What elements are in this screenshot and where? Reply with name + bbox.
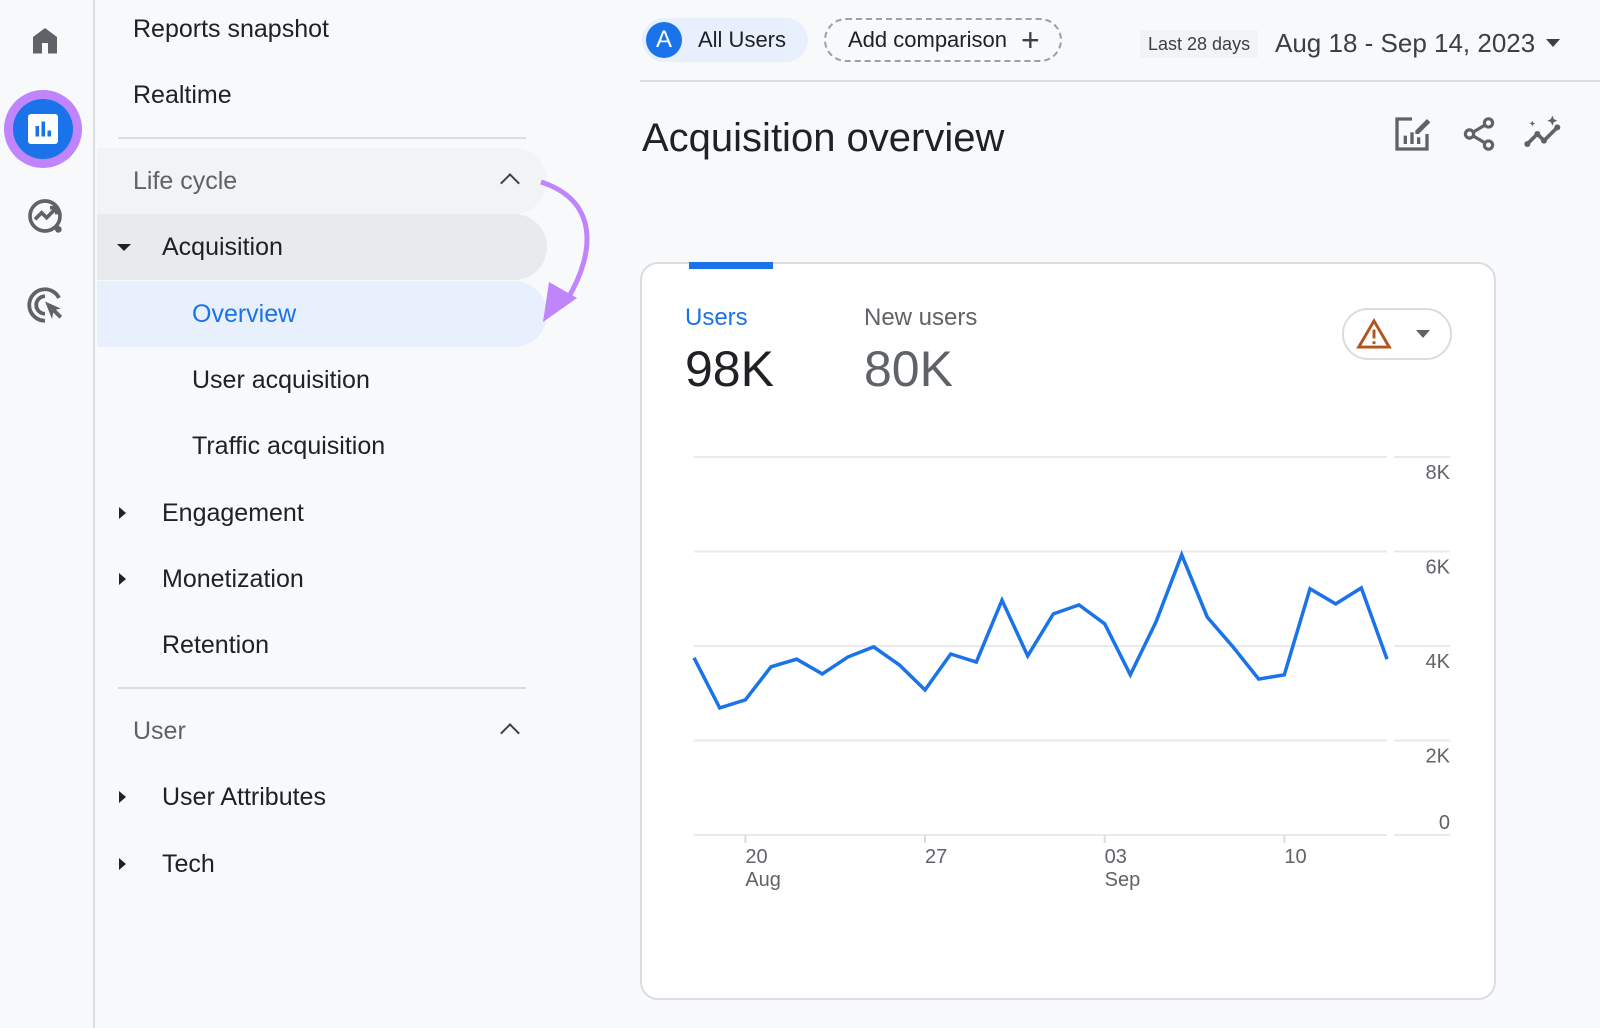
section-label: Life cycle xyxy=(133,166,238,195)
nav-section-user[interactable]: User xyxy=(97,698,547,764)
chevron-down-icon[interactable] xyxy=(1546,39,1560,47)
nav-item-realtime[interactable]: Realtime xyxy=(97,62,547,128)
add-comparison-label: Add comparison xyxy=(848,27,1007,52)
nav-item-label: Retention xyxy=(162,630,270,659)
x-tick-day: 03 xyxy=(1105,846,1127,868)
icon-rail xyxy=(0,0,95,1028)
annotation-arrow xyxy=(540,179,590,322)
overview-card: Users 98K New users 80K 0 2K 4K 6K 8K 20 Aug 27… xyxy=(640,262,1496,1000)
insights-button[interactable] xyxy=(1522,114,1566,159)
nav-item-label: Tech xyxy=(162,849,215,878)
home-icon xyxy=(33,28,57,54)
segment-chip-all-users[interactable]: A All Users xyxy=(642,18,808,62)
x-tick-month: Sep xyxy=(1105,869,1141,891)
nav-item-label: Overview xyxy=(192,299,297,328)
y-tick-label: 4K xyxy=(1426,651,1451,673)
advertising-icon xyxy=(27,287,63,323)
y-tick-label: 0 xyxy=(1439,812,1450,834)
date-range-badge: Last 28 days xyxy=(1140,30,1259,58)
x-tick-day: 10 xyxy=(1284,846,1306,868)
nav-item-label: Reports snapshot xyxy=(133,14,329,43)
customize-report-button[interactable] xyxy=(1392,114,1432,159)
insights-icon xyxy=(1524,115,1561,147)
nav-item-engagement[interactable]: Engagement xyxy=(97,480,547,546)
segment-avatar: A xyxy=(646,22,682,58)
nav-item-reports-snapshot[interactable]: Reports snapshot xyxy=(97,0,547,62)
date-range-picker[interactable]: Aug 18 - Sep 14, 2023 xyxy=(1275,28,1535,59)
nav-divider xyxy=(118,687,526,689)
explore-button[interactable] xyxy=(25,196,65,236)
nav-divider xyxy=(118,137,526,139)
reports-button[interactable] xyxy=(13,99,73,159)
advertising-button[interactable] xyxy=(24,284,66,326)
caret-right-icon xyxy=(119,858,126,870)
nav-item-label: User Attributes xyxy=(162,782,326,811)
series-line-users xyxy=(692,550,1389,711)
caret-down-icon xyxy=(117,244,131,251)
share-icon xyxy=(1463,117,1495,151)
nav-item-user-acquisition[interactable]: User acquisition xyxy=(97,347,547,413)
nav-item-user-attributes[interactable]: User Attributes xyxy=(97,764,547,830)
nav-section-lifecycle[interactable]: Life cycle xyxy=(97,148,547,214)
top-bar: A All Users Add comparison + Last 28 day… xyxy=(640,0,1600,82)
reports-navigation: Reports snapshot Realtime Life cycle Acq… xyxy=(97,0,590,1028)
nav-item-traffic-acquisition[interactable]: Traffic acquisition xyxy=(97,413,547,479)
users-line-chart: 0 2K 4K 6K 8K 20Aug 27 03Sep 10 xyxy=(692,456,1451,891)
home-button[interactable] xyxy=(27,22,63,58)
section-label: User xyxy=(133,716,186,745)
nav-item-label: Monetization xyxy=(162,564,304,593)
add-comparison-button[interactable]: Add comparison + xyxy=(824,18,1062,62)
y-tick-label: 6K xyxy=(1426,557,1451,579)
nav-item-label: Acquisition xyxy=(162,232,283,261)
caret-right-icon xyxy=(119,791,126,803)
reports-icon xyxy=(28,114,58,144)
x-tick-day: 27 xyxy=(925,846,947,868)
nav-item-monetization[interactable]: Monetization xyxy=(97,546,547,612)
segment-label: All Users xyxy=(698,27,787,52)
y-tick-label: 8K xyxy=(1426,462,1451,484)
nav-item-label: Traffic acquisition xyxy=(192,431,386,460)
page-title: Acquisition overview xyxy=(642,116,1005,160)
chevron-up-icon xyxy=(500,173,520,193)
nav-item-label: User acquisition xyxy=(192,365,370,394)
customize-report-icon xyxy=(1395,117,1431,151)
x-tick-month: Aug xyxy=(745,869,781,891)
x-tick-day: 20 xyxy=(745,846,767,868)
nav-item-retention[interactable]: Retention xyxy=(97,612,547,678)
nav-item-label: Engagement xyxy=(162,498,304,527)
caret-right-icon xyxy=(119,573,126,585)
caret-right-icon xyxy=(119,507,126,519)
explore-icon xyxy=(28,199,62,233)
y-tick-label: 2K xyxy=(1426,746,1451,768)
nav-item-acquisition[interactable]: Acquisition xyxy=(97,214,547,280)
nav-item-tech[interactable]: Tech xyxy=(97,831,547,897)
nav-item-overview[interactable]: Overview xyxy=(97,281,547,347)
nav-item-label: Realtime xyxy=(133,80,232,109)
plus-icon: + xyxy=(1020,22,1040,58)
chevron-up-icon xyxy=(500,723,520,743)
share-button[interactable] xyxy=(1460,114,1498,159)
